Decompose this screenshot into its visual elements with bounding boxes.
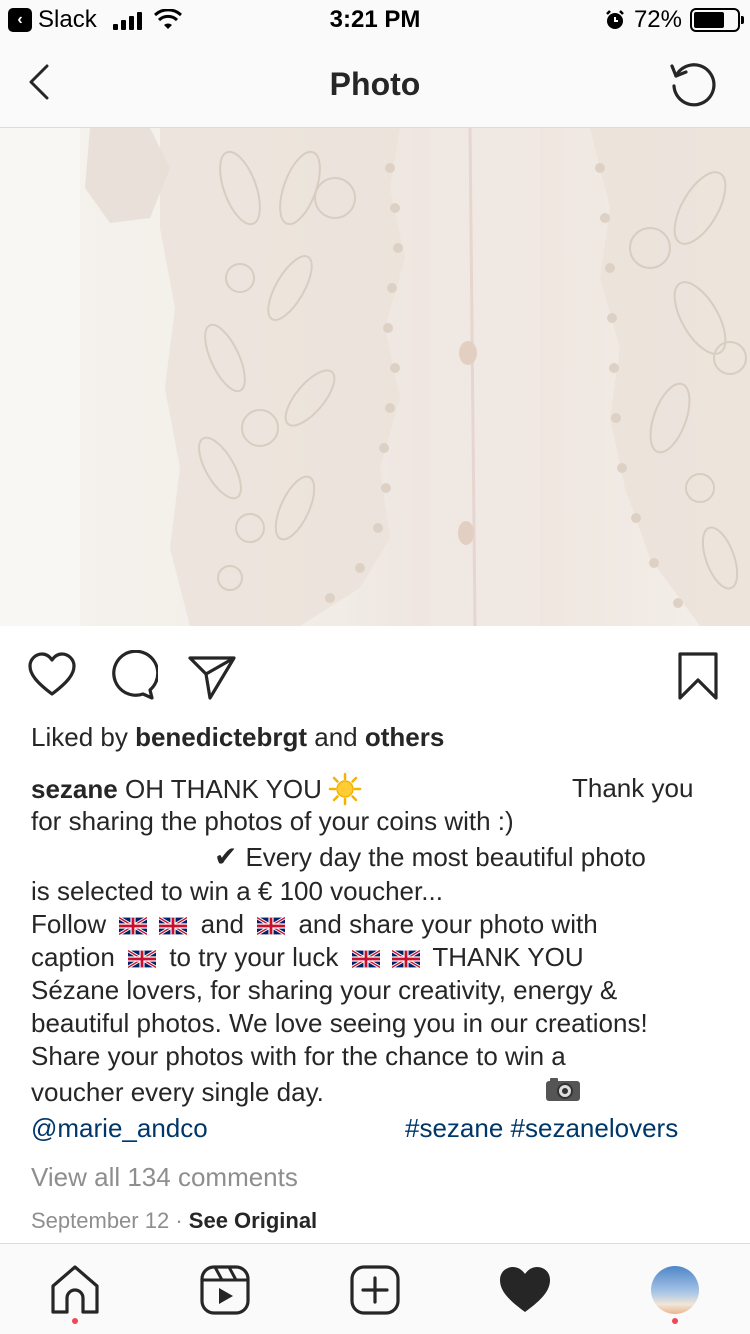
checkmark-icon: ✔ bbox=[214, 841, 238, 872]
caption-text: Follow bbox=[31, 909, 107, 939]
comment-icon[interactable] bbox=[106, 650, 158, 702]
caption-line: Follow and and share your photo with bbox=[31, 908, 731, 941]
nav-header: Photo bbox=[0, 40, 750, 128]
battery-percent: 72% bbox=[633, 6, 682, 33]
status-right: 72% bbox=[604, 6, 744, 34]
hashtag-link[interactable]: #sezane bbox=[405, 1113, 503, 1143]
caption-line: caption to try your luck THANK YOU bbox=[31, 941, 731, 974]
caption-line: is selected to win a € 100 voucher... bbox=[31, 875, 731, 908]
profile-notification-dot bbox=[672, 1318, 678, 1324]
uk-flag-icon bbox=[257, 917, 286, 935]
uk-flag-icon bbox=[128, 950, 157, 968]
home-notification-dot bbox=[72, 1318, 78, 1324]
caption-line: beautiful photos. We love seeing you in … bbox=[31, 1007, 731, 1040]
caption-line: ✔ Every day the most beautiful photo bbox=[31, 838, 731, 872]
post-photo-image bbox=[0, 128, 750, 626]
caption-text: and share your photo with bbox=[298, 909, 598, 939]
caption-text: is selected to win a € 100 voucher... bbox=[31, 876, 443, 906]
caption-text: beautiful photos. We love seeing you in … bbox=[31, 1008, 648, 1038]
view-all-comments-link[interactable]: View all 134 comments bbox=[31, 1162, 298, 1193]
status-bar: ‹ Slack 3:21 PM 72% bbox=[0, 0, 750, 40]
caption-text: Share your photos with for the chance to… bbox=[31, 1041, 566, 1071]
page-title: Photo bbox=[329, 66, 421, 102]
likes-prefix: Liked by bbox=[31, 722, 128, 752]
bookmark-icon[interactable] bbox=[672, 650, 724, 702]
home-icon[interactable] bbox=[47, 1262, 103, 1318]
profile-avatar[interactable] bbox=[647, 1262, 703, 1318]
caption-text: caption bbox=[31, 942, 115, 972]
post-photo[interactable] bbox=[0, 128, 750, 626]
caption-line: for sharing the photos of your coins wit… bbox=[31, 805, 731, 838]
mention-link[interactable]: @marie_andco bbox=[31, 1113, 208, 1143]
see-original-link[interactable]: See Original bbox=[189, 1208, 317, 1233]
likes-others[interactable]: others bbox=[365, 722, 444, 752]
likes-and: and bbox=[314, 722, 358, 752]
battery-icon bbox=[690, 8, 744, 32]
refresh-icon[interactable] bbox=[666, 56, 722, 112]
uk-flag-icon bbox=[391, 950, 420, 968]
post-date: September 12 bbox=[31, 1208, 170, 1233]
sun-emoji-icon bbox=[328, 772, 362, 806]
alarm-icon bbox=[606, 10, 624, 29]
meta-separator: · bbox=[175, 1208, 183, 1233]
caption-line: Sézane lovers, for sharing your creativi… bbox=[31, 974, 731, 1007]
likes-summary[interactable]: Liked by benedictebrgt and others bbox=[31, 722, 444, 753]
post-meta: September 12 · See Original bbox=[31, 1208, 317, 1234]
caption-line: voucher every single day. bbox=[31, 1076, 731, 1109]
caption-text: for sharing the photos of your coins wit… bbox=[31, 806, 514, 836]
post-actions bbox=[0, 640, 750, 710]
hashtag-link[interactable]: #sezanelovers bbox=[511, 1113, 679, 1143]
like-heart-icon[interactable] bbox=[26, 650, 78, 702]
post-caption: sezane OH THANK YOU Thank you for sharin… bbox=[31, 772, 731, 1145]
share-direct-icon[interactable] bbox=[186, 650, 238, 702]
battery-fill bbox=[694, 12, 725, 28]
reels-icon[interactable] bbox=[197, 1262, 253, 1318]
caption-text: Sézane lovers, for sharing your creativi… bbox=[31, 975, 618, 1005]
camera-emoji-icon bbox=[546, 1078, 580, 1101]
uk-flag-icon bbox=[119, 917, 148, 935]
activity-heart-icon[interactable] bbox=[497, 1262, 553, 1318]
caption-line: Share your photos with for the chance to… bbox=[31, 1040, 731, 1073]
caption-line: @marie_andco #sezane #sezanelovers bbox=[31, 1112, 731, 1145]
liked-by-username[interactable]: benedictebrgt bbox=[135, 722, 307, 752]
caption-text: voucher every single day. bbox=[31, 1077, 324, 1107]
caption-text: OH THANK YOU bbox=[124, 774, 322, 804]
caption-text: THANK YOU bbox=[432, 942, 584, 972]
caption-username[interactable]: sezane bbox=[31, 774, 118, 804]
caption-text: to try your luck bbox=[169, 942, 339, 972]
caption-text: Every day the most beautiful photo bbox=[245, 842, 646, 872]
new-post-icon[interactable] bbox=[347, 1262, 403, 1318]
uk-flag-icon bbox=[159, 917, 188, 935]
caption-text: and bbox=[200, 909, 244, 939]
uk-flag-icon bbox=[351, 950, 380, 968]
caption-line: sezane OH THANK YOU Thank you bbox=[31, 772, 731, 806]
caption-text: Thank you bbox=[572, 773, 694, 803]
bottom-tab-bar bbox=[0, 1243, 750, 1334]
